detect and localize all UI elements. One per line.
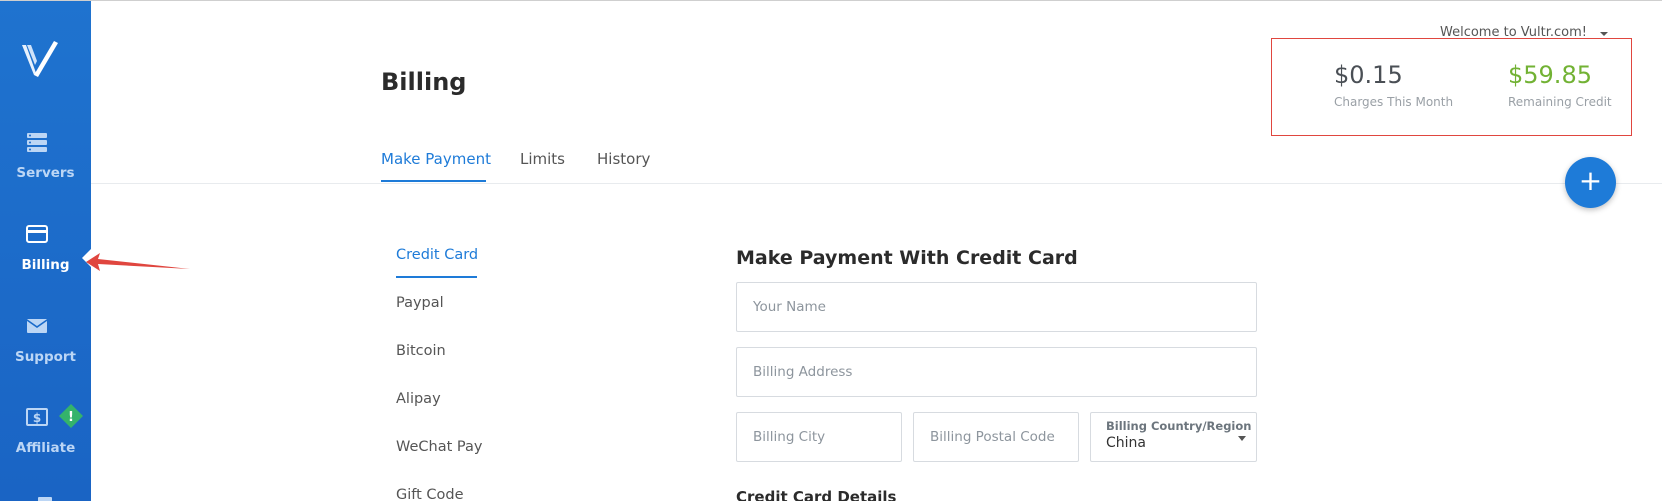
plus-icon: + [1578, 164, 1603, 197]
affiliate-badge-text: ! [68, 410, 74, 425]
payment-method-credit-card[interactable]: Credit Card [396, 247, 478, 263]
chevron-down-icon [1238, 436, 1246, 441]
sidebar-item-servers[interactable]: Servers [0, 131, 91, 211]
affiliate-alert-badge-icon: ! [59, 404, 83, 428]
vultr-logo[interactable] [20, 39, 60, 81]
sidebar-item-support[interactable]: Support [0, 315, 91, 395]
sidebar-item-label: Affiliate [15, 440, 76, 456]
charges-label: Charges This Month [1334, 95, 1454, 109]
svg-text:$: $ [33, 411, 41, 425]
more-nav-icon [38, 497, 52, 501]
sidebar-item-label: Billing [21, 257, 70, 273]
charges-value: $0.15 [1334, 61, 1403, 89]
app-root: Servers Billing Support $ Affiliate ! We… [0, 0, 1662, 501]
credit-card-details-heading: Credit Card Details [736, 488, 897, 501]
city-field[interactable] [737, 413, 901, 461]
city-field-wrapper [736, 412, 902, 462]
credit-card-icon [26, 225, 48, 243]
payment-method-gift-code[interactable]: Gift Code [396, 487, 464, 501]
sidebar-item-billing[interactable]: Billing [0, 223, 91, 303]
remaining-credit-value: $59.85 [1508, 61, 1592, 89]
name-field-wrapper [736, 282, 1257, 332]
country-select-label: Billing Country/Region [1106, 419, 1252, 433]
account-summary: $0.15 Charges This Month $59.85 Remainin… [1271, 38, 1632, 136]
tab-limits[interactable]: Limits [520, 150, 565, 168]
payment-method-wechat-pay[interactable]: WeChat Pay [396, 439, 482, 455]
form-title: Make Payment With Credit Card [736, 247, 1078, 269]
postal-field-wrapper [913, 412, 1079, 462]
envelope-icon [26, 319, 48, 333]
tabs-divider [91, 183, 1662, 184]
remaining-credit-label: Remaining Credit [1508, 95, 1612, 109]
country-select[interactable]: Billing Country/Region China [1090, 412, 1257, 462]
postal-code-field[interactable] [914, 413, 1078, 461]
name-field[interactable] [737, 283, 1256, 331]
address-field[interactable] [737, 348, 1256, 396]
sidebar-item-label: Servers [16, 165, 75, 181]
add-button[interactable]: + [1565, 157, 1616, 208]
tab-make-payment[interactable]: Make Payment [381, 150, 491, 168]
sidebar: Servers Billing Support $ Affiliate ! [0, 1, 91, 501]
chevron-down-icon[interactable] [1600, 32, 1608, 36]
dollar-icon: $ [26, 408, 48, 426]
page-title: Billing [381, 68, 467, 96]
annotation-arrow-icon [86, 253, 190, 271]
active-tab-underline [381, 180, 486, 182]
active-method-underline [396, 276, 477, 278]
payment-method-bitcoin[interactable]: Bitcoin [396, 343, 446, 359]
payment-method-paypal[interactable]: Paypal [396, 295, 444, 311]
country-select-value: China [1106, 435, 1146, 451]
sidebar-item-label: Support [14, 349, 77, 365]
address-field-wrapper [736, 347, 1257, 397]
tab-history[interactable]: History [597, 150, 650, 168]
servers-icon [27, 133, 47, 152]
payment-method-alipay[interactable]: Alipay [396, 391, 441, 407]
